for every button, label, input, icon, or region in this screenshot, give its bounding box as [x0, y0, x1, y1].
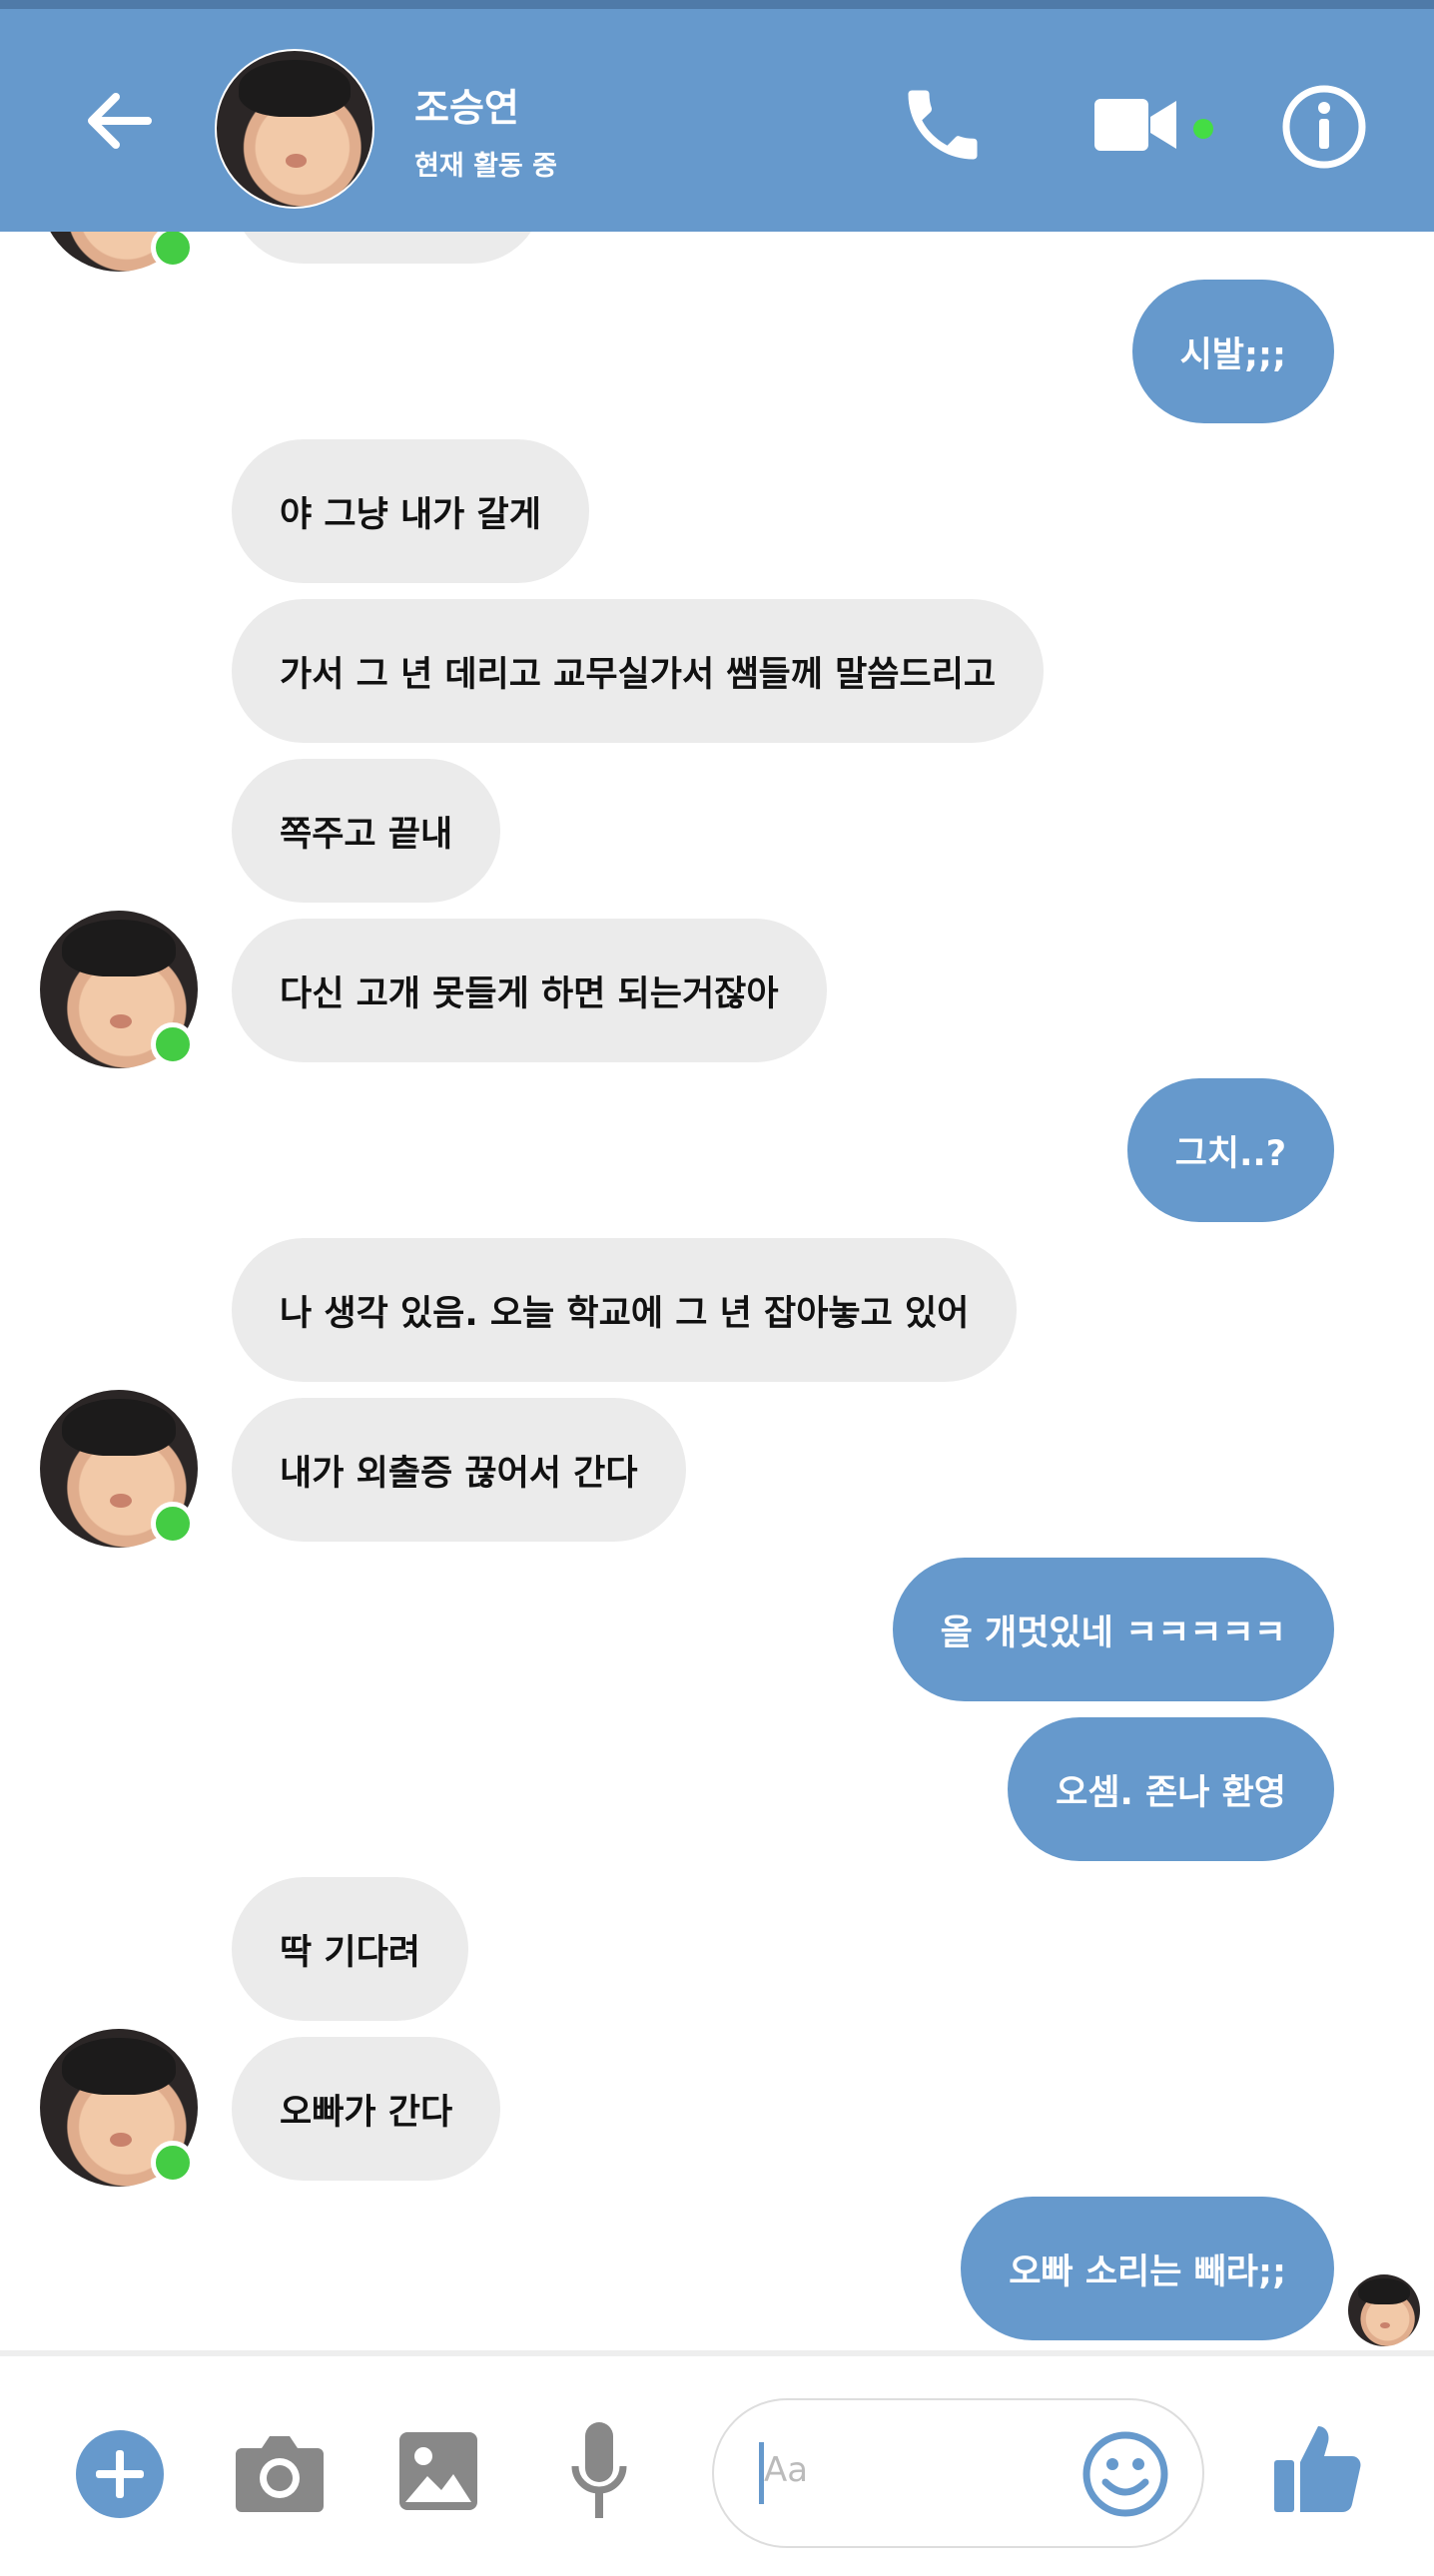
online-indicator: [151, 1022, 195, 1066]
message-bubble-incoming[interactable]: 가서 그 년 데리고 교무실가서 쌤들께 말씀드리고: [232, 599, 1045, 743]
message-bubble-outgoing[interactable]: 오빠 소리는 빼라;;: [961, 2197, 1334, 2340]
status-bar-edge: [0, 0, 1434, 9]
video-camera-icon[interactable]: [1092, 91, 1178, 159]
contact-status: 현재 활동 중: [414, 151, 557, 182]
message-bubble-incoming[interactable]: 다신 고개 못들게 하면 되는거잖아: [232, 919, 827, 1062]
image-icon[interactable]: [397, 2430, 479, 2512]
message-bubble-incoming[interactable]: 쪽주고 끝내: [232, 759, 501, 903]
read-receipt-avatar: [1348, 2274, 1420, 2346]
chat-header-overlay: 조승연 현재 활동 중: [0, 9, 1434, 232]
contact-name[interactable]: 조승연: [414, 77, 519, 132]
message-bubble-incoming[interactable]: 오빠가 간다: [232, 2037, 501, 2181]
message-bubble-incoming[interactable]: 나 생각 있음. 오늘 학교에 그 년 잡아놓고 있어: [232, 1238, 1018, 1382]
online-indicator: [151, 1502, 195, 1546]
online-indicator: [151, 2141, 195, 2185]
message-bubble-outgoing[interactable]: 올 개멋있네 ㅋㅋㅋㅋㅋ: [892, 1558, 1334, 1701]
message-input[interactable]: Aa: [712, 2398, 1204, 2548]
message-bubble-outgoing[interactable]: 그치..?: [1126, 1078, 1334, 1222]
message-bubble-incoming[interactable]: 내가 외출증 끊어서 간다: [232, 1398, 686, 1542]
back-arrow-icon[interactable]: [78, 79, 162, 163]
plus-icon[interactable]: [74, 2428, 166, 2520]
microphone-icon[interactable]: [569, 2420, 629, 2526]
message-bubble-outgoing[interactable]: 시발;;;: [1131, 280, 1334, 423]
composer-bar: Aa: [0, 2350, 1434, 2576]
message-bubble-outgoing[interactable]: 오셈. 존나 환영: [1008, 1717, 1334, 1861]
camera-icon[interactable]: [234, 2430, 326, 2514]
video-available-dot: [1193, 119, 1213, 139]
info-icon[interactable]: [1280, 83, 1368, 171]
thumbs-up-icon[interactable]: [1272, 2422, 1362, 2514]
online-indicator: [151, 226, 195, 270]
message-bubble-incoming[interactable]: 야 그냥 내가 갈게: [232, 439, 589, 583]
message-bubble-incoming[interactable]: 딱 기다려: [232, 1877, 468, 2021]
emoji-icon[interactable]: [1081, 2430, 1169, 2518]
phone-icon[interactable]: [897, 79, 989, 171]
message-input-placeholder: Aa: [764, 2450, 809, 2490]
contact-avatar[interactable]: [215, 49, 374, 209]
